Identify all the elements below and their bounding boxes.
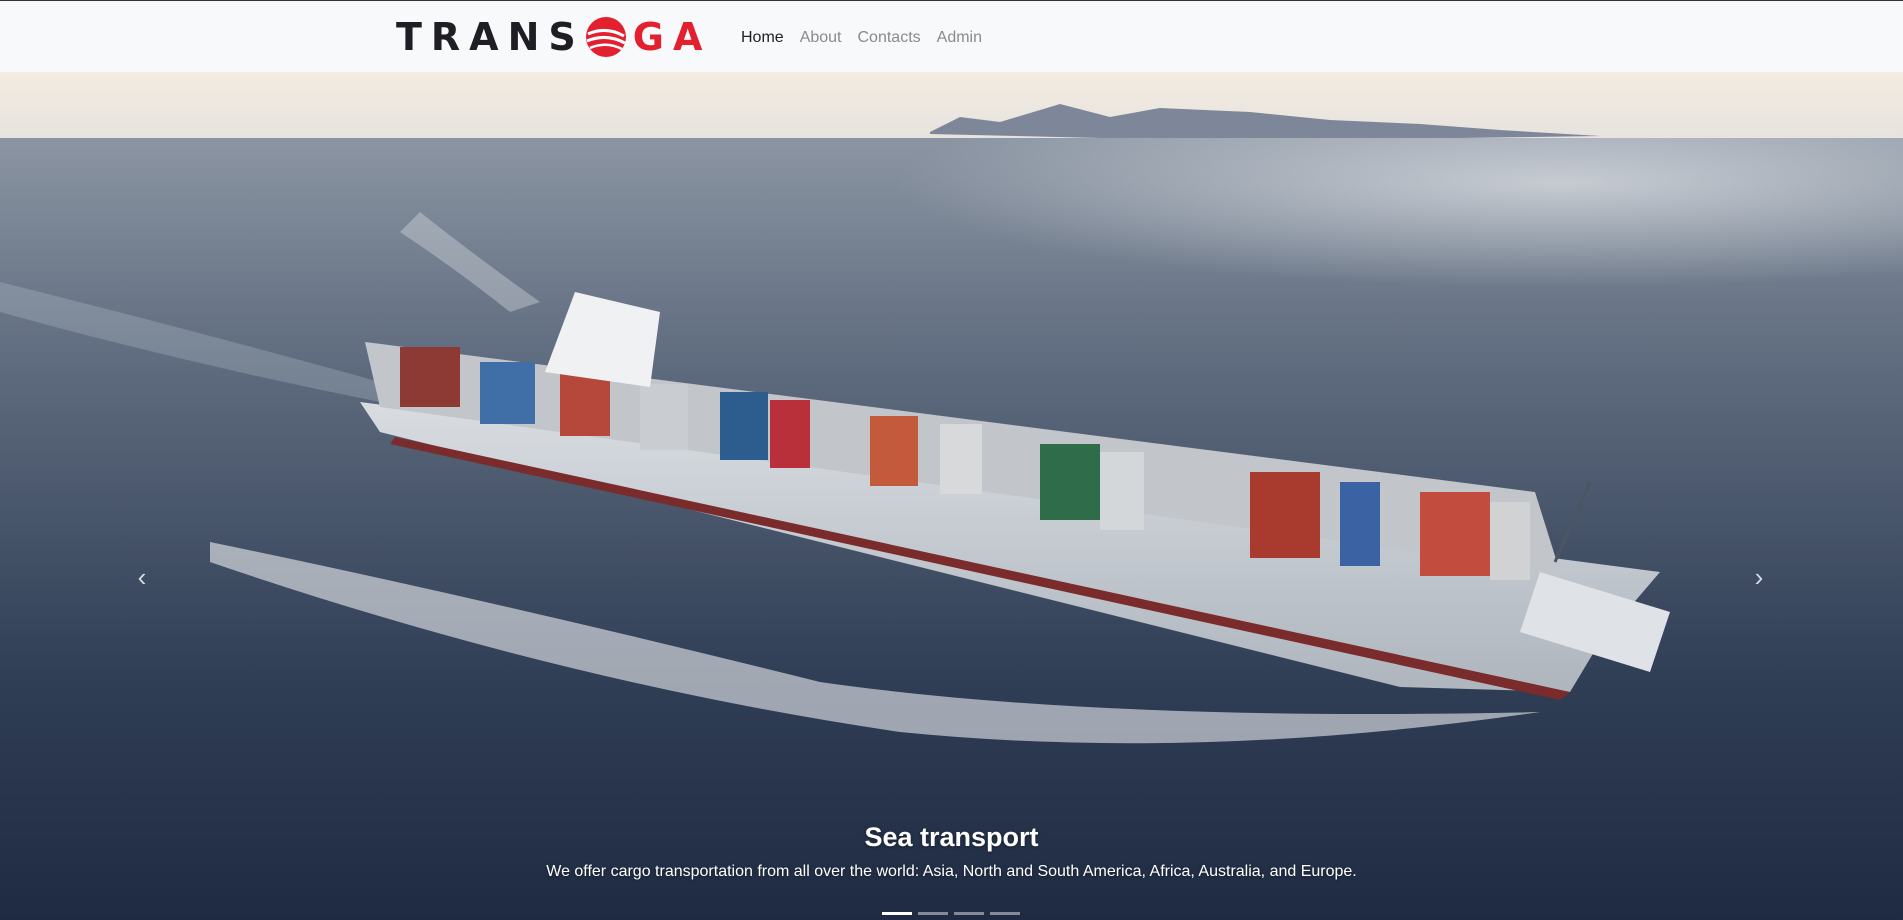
nav-home[interactable]: Home — [741, 27, 784, 49]
carousel-indicator-3[interactable] — [954, 912, 984, 915]
carousel-indicator-1[interactable] — [882, 912, 912, 915]
globe-icon — [583, 14, 629, 60]
carousel-next-button[interactable]: › — [1744, 562, 1774, 592]
nav-contacts[interactable]: Contacts — [858, 27, 921, 49]
slide-image-container-ship — [0, 72, 1903, 920]
main-nav: Home About Contacts Admin — [741, 27, 998, 49]
chevron-left-icon: ‹ — [137, 562, 147, 592]
carousel-prev-button[interactable]: ‹ — [127, 562, 157, 592]
carousel-indicators — [882, 912, 1020, 915]
chevron-right-icon: › — [1754, 562, 1764, 592]
nav-about[interactable]: About — [800, 27, 842, 49]
brand-logo[interactable]: TRANS GA — [396, 12, 711, 62]
carousel-indicator-2[interactable] — [918, 912, 948, 915]
brand-text-trans: TRANS — [396, 15, 585, 59]
nav-admin[interactable]: Admin — [937, 27, 982, 49]
slide-title: Sea transport — [864, 822, 1039, 852]
brand-text-ga: GA — [632, 15, 712, 59]
slide-caption: Sea transport We offer cargo transportat… — [0, 822, 1903, 881]
navbar: TRANS GA Home About Contacts Admin — [0, 1, 1903, 72]
slide-description: We offer cargo transportation from all o… — [546, 863, 1357, 880]
carousel-indicator-4[interactable] — [990, 912, 1020, 915]
hero-carousel: ‹ › Sea transport We offer cargo transpo… — [0, 72, 1903, 920]
